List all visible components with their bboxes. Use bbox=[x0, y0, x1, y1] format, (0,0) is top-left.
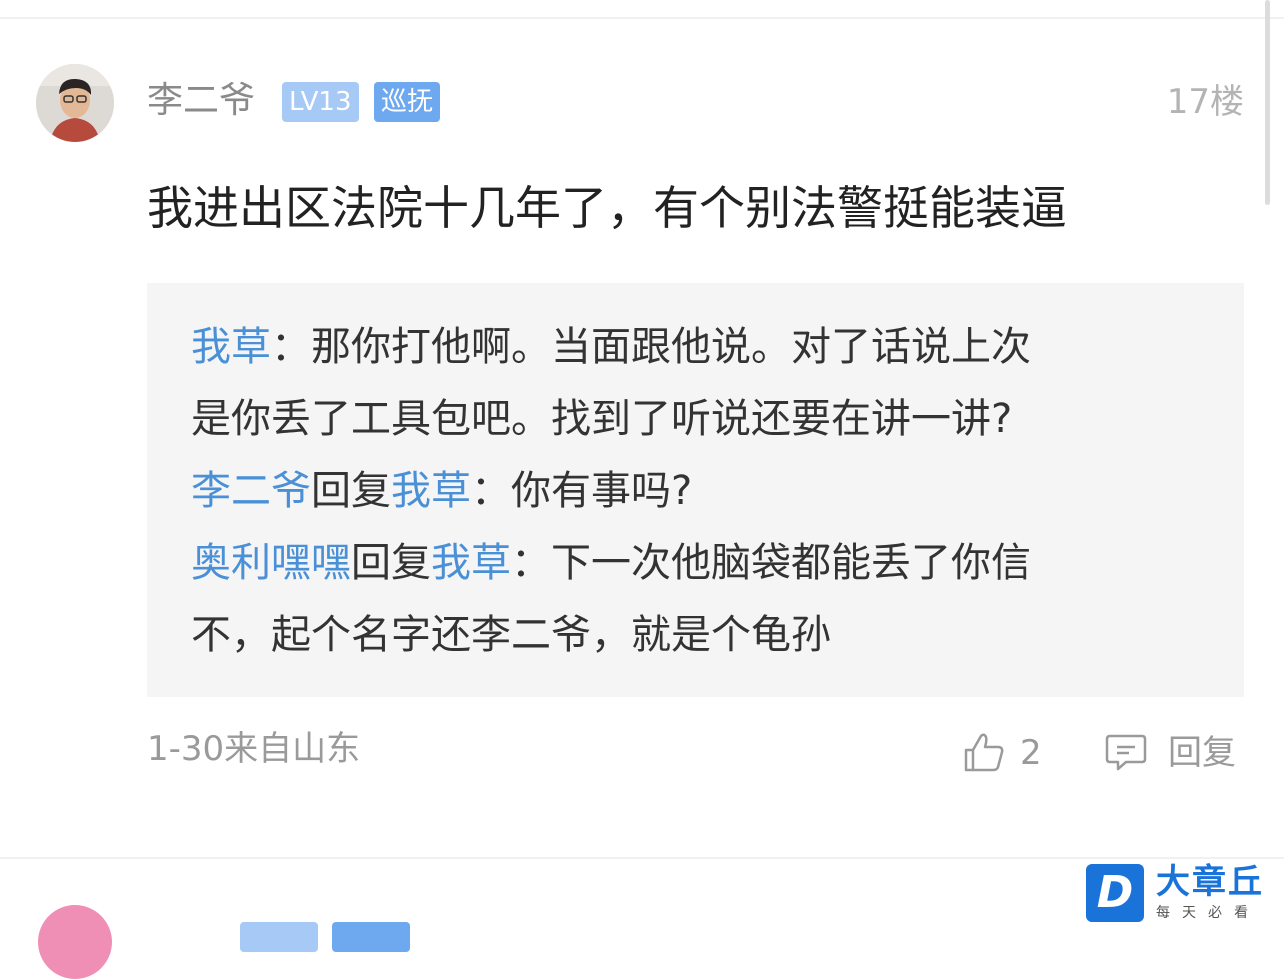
avatar[interactable] bbox=[36, 64, 114, 142]
reply-connector: 回复 bbox=[311, 468, 391, 514]
reply-button[interactable]: 回复 bbox=[1168, 730, 1236, 776]
comment-icon[interactable] bbox=[1104, 730, 1148, 774]
reply-text: 是你丢了工具包吧。找到了听说还要在讲一讲? bbox=[191, 396, 1013, 442]
reply-line: 奥利嘿嘿回复我草：下一次他脑袋都能丢了你信 bbox=[191, 535, 1031, 591]
floor-number: 17楼 bbox=[1166, 82, 1244, 122]
reply-line: 李二爷回复我草：你有事吗? bbox=[191, 463, 692, 519]
reply-line: 我草：那你打他啊。当面跟他说。对了话说上次 bbox=[191, 319, 1031, 375]
watermark-logo: D 大章丘 每天必看 bbox=[1080, 862, 1284, 929]
top-divider bbox=[0, 17, 1284, 19]
watermark-letter: D bbox=[1086, 864, 1144, 922]
reply-author-link[interactable]: 奥利嘿嘿 bbox=[191, 540, 351, 586]
role-badge: 巡抚 bbox=[374, 82, 441, 122]
comment-content: 我进出区法院十几年了，有个别法警挺能装逼 bbox=[147, 181, 1067, 235]
role-badge bbox=[332, 922, 410, 952]
reply-target-link[interactable]: 我草 bbox=[391, 468, 471, 514]
level-badge bbox=[240, 922, 318, 952]
overlay-patch bbox=[900, 697, 960, 745]
username[interactable]: 李二爷 bbox=[147, 78, 255, 124]
reply-thread[interactable]: 我草：那你打他啊。当面跟他说。对了话说上次 是你丢了工具包吧。找到了听说还要在讲… bbox=[147, 283, 1244, 697]
reply-author-link[interactable]: 我草 bbox=[191, 324, 271, 370]
reply-line: 是你丢了工具包吧。找到了听说还要在讲一讲? bbox=[191, 391, 1012, 447]
reply-text: ：你有事吗? bbox=[471, 468, 693, 514]
reply-connector: 回复 bbox=[351, 540, 431, 586]
thumbs-up-icon[interactable] bbox=[962, 730, 1006, 774]
reply-author-link[interactable]: 李二爷 bbox=[191, 468, 311, 514]
watermark-title: 大章丘 bbox=[1156, 862, 1264, 902]
reply-text: 不，起个名字还李二爷，就是个龟孙 bbox=[191, 612, 831, 658]
reply-text: ：下一次他脑袋都能丢了你信 bbox=[511, 540, 1031, 586]
reply-line: 不，起个名字还李二爷，就是个龟孙 bbox=[191, 607, 831, 663]
avatar[interactable] bbox=[38, 905, 112, 979]
scrollbar[interactable] bbox=[1265, 0, 1270, 205]
watermark-subtitle: 每天必看 bbox=[1156, 905, 1260, 921]
comment-meta: 1-30来自山东 bbox=[147, 729, 361, 769]
like-count: 2 bbox=[1020, 733, 1042, 773]
comment-divider bbox=[0, 857, 1284, 859]
reply-text: ：那你打他啊。当面跟他说。对了话说上次 bbox=[271, 324, 1031, 370]
reply-target-link[interactable]: 我草 bbox=[431, 540, 511, 586]
level-badge: LV13 bbox=[282, 82, 359, 122]
